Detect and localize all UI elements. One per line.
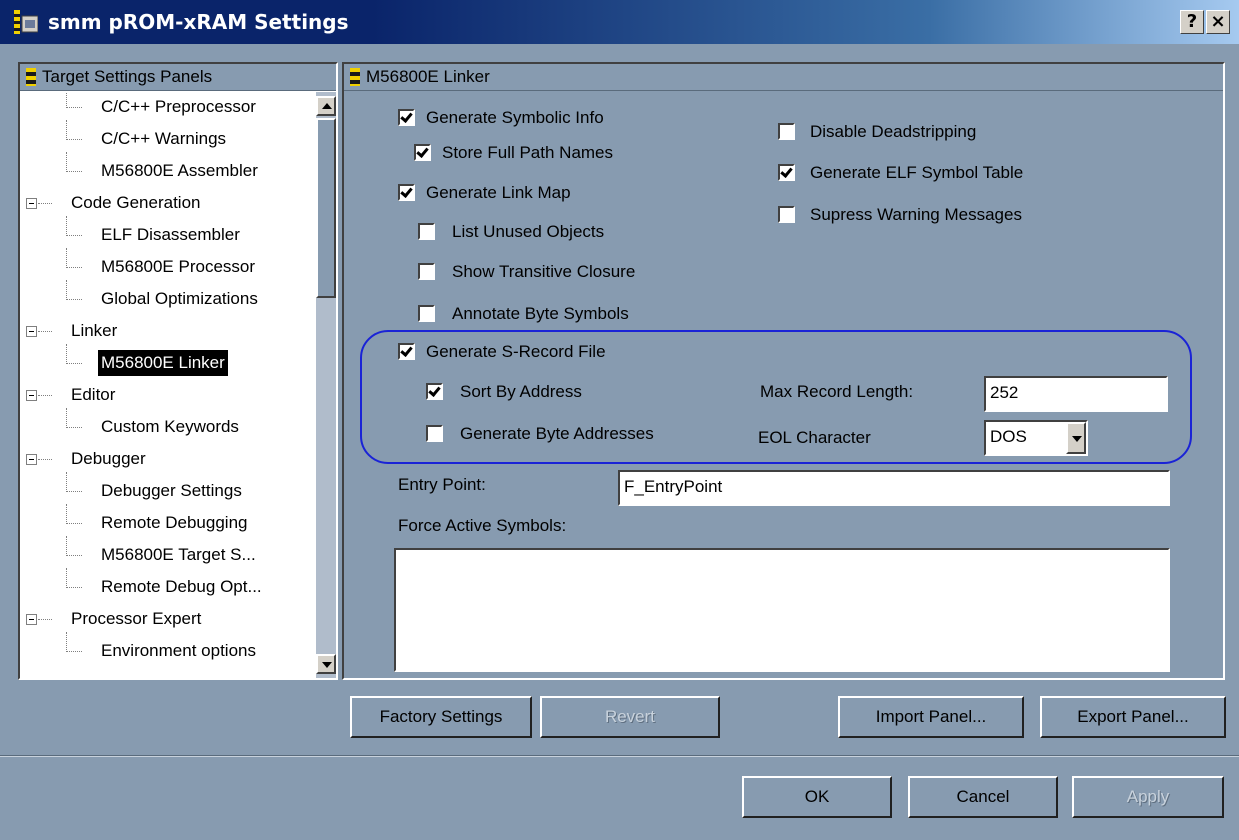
tree-item-label: Remote Debugging [101, 513, 248, 532]
apply-button[interactable]: Apply [1072, 776, 1224, 818]
collapse-icon[interactable] [26, 390, 37, 401]
app-icon [14, 10, 38, 34]
import-panel-button[interactable]: Import Panel... [838, 696, 1024, 738]
tree-connector [66, 152, 68, 172]
tree-item-label: M56800E Assembler [101, 161, 258, 180]
tree-panel: Target Settings Panels C/C++ Preprocesso… [18, 62, 338, 680]
entry-point-label: Entry Point: [398, 475, 486, 494]
tree-item-label: ELF Disassembler [101, 225, 240, 244]
tree-connector [66, 107, 82, 109]
tree-connector [66, 363, 82, 365]
tree-connector [66, 587, 82, 589]
tree-connector [66, 216, 68, 236]
scroll-thumb[interactable] [316, 118, 336, 298]
tree-item-label: Custom Keywords [101, 417, 239, 436]
tree-item-label: M56800E Linker [98, 350, 228, 376]
tree-item-label: Editor [71, 385, 116, 404]
tree-connector [38, 331, 52, 333]
tree-item-label: C/C++ Preprocessor [101, 97, 256, 116]
tree-connector [66, 536, 68, 556]
scroll-up-button[interactable] [316, 96, 336, 116]
cancel-button[interactable]: Cancel [908, 776, 1058, 818]
scroll-down-button[interactable] [316, 654, 336, 674]
title-bar[interactable]: smm pROM-xRAM Settings ? × [0, 0, 1239, 44]
tree-item-label: M56800E Processor [101, 257, 256, 276]
force-active-symbols-label: Force Active Symbols: [398, 516, 567, 535]
settings-header: M56800E Linker [344, 64, 1223, 91]
tree-connector [66, 235, 82, 237]
tree-connector [66, 92, 68, 108]
revert-button[interactable]: Revert [540, 696, 720, 738]
tree-item-label: Debugger Settings [101, 481, 242, 500]
entry-point-input[interactable]: F_EntryPoint [618, 470, 1170, 506]
arrow-up-icon [322, 103, 332, 109]
tree-connector [66, 491, 82, 493]
ok-button[interactable]: OK [742, 776, 892, 818]
collapse-icon[interactable] [26, 326, 37, 337]
max-record-length-input[interactable]: 252 [984, 376, 1168, 412]
tree-connector [66, 504, 68, 524]
tree-item-label: M56800E Target S... [101, 545, 256, 564]
separator [0, 755, 1239, 757]
eol-character-label: EOL Character [758, 428, 871, 447]
tree-connector [38, 619, 52, 621]
collapse-icon[interactable] [26, 614, 37, 625]
tree-connector [66, 267, 82, 269]
tree-connector [38, 395, 52, 397]
tree-item-label: Debugger [71, 449, 146, 468]
tree-header: Target Settings Panels [20, 64, 336, 91]
tree-connector [66, 139, 82, 141]
factory-settings-button[interactable]: Factory Settings [350, 696, 532, 738]
close-button[interactable]: × [1206, 10, 1230, 34]
chevron-down-icon [1072, 436, 1082, 442]
export-panel-button[interactable]: Export Panel... [1040, 696, 1226, 738]
tree-item-label: Remote Debug Opt... [101, 577, 262, 596]
eol-character-select[interactable]: DOS [984, 420, 1088, 456]
panel-icon [350, 67, 360, 86]
tree-connector [66, 299, 82, 301]
tree-item-label: Code Generation [71, 193, 201, 212]
tree-list: C/C++ Preprocessor C/C++ Warnings M56800E … [20, 92, 316, 678]
tree-scrollbar[interactable] [316, 92, 336, 678]
tree-connector [38, 459, 52, 461]
dropdown-button[interactable] [1066, 422, 1086, 454]
tree-connector [66, 120, 68, 140]
collapse-icon[interactable] [26, 454, 37, 465]
arrow-down-icon [322, 662, 332, 668]
tree-item-label: Global Optimizations [101, 289, 258, 308]
tree-connector [66, 651, 82, 653]
tree-connector [66, 248, 68, 268]
collapse-icon[interactable] [26, 198, 37, 209]
tree-connector [66, 555, 82, 557]
tree-connector [66, 568, 68, 588]
tree-connector [66, 280, 68, 300]
tree-connector [38, 203, 52, 205]
tree-connector [66, 344, 68, 364]
force-active-symbols-textarea[interactable] [394, 548, 1170, 672]
window-title: smm pROM-xRAM Settings [48, 10, 349, 34]
tree-connector [66, 523, 82, 525]
max-record-length-label: Max Record Length: [760, 382, 914, 401]
tree-connector [66, 632, 68, 652]
tree-item-label: Environment options [101, 641, 256, 660]
tree-connector [66, 472, 68, 492]
help-button[interactable]: ? [1180, 10, 1204, 34]
tree-connector [66, 427, 82, 429]
panel-icon [26, 67, 36, 86]
tree-item-label: C/C++ Warnings [101, 129, 227, 148]
tree-item-label: Processor Expert [71, 609, 202, 628]
tree-connector [66, 171, 82, 173]
tree-connector [66, 408, 68, 428]
tree-item-label: Linker [71, 321, 118, 340]
